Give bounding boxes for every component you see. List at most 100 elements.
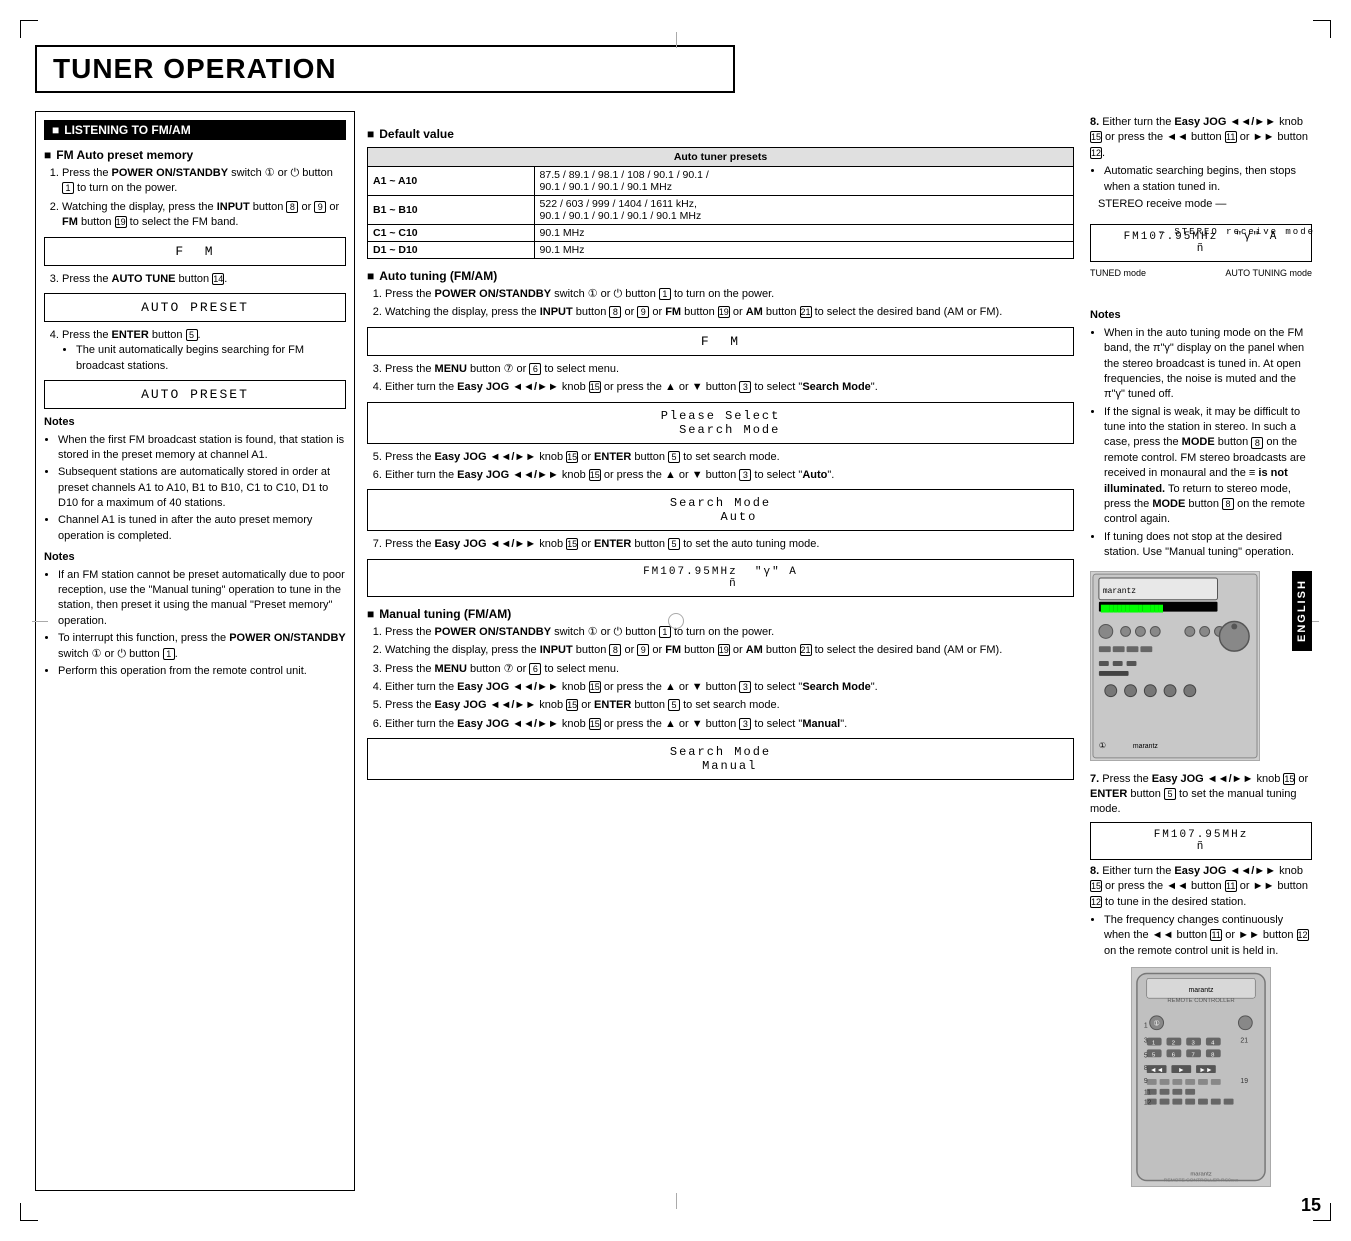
preset-table: Auto tuner presets A1 ~ A10 87.5 / 89.1 … bbox=[367, 147, 1074, 259]
svg-text:11: 11 bbox=[1144, 1090, 1151, 1097]
crosshair-bottom bbox=[676, 1193, 677, 1209]
note-5: To interrupt this function, press the PO… bbox=[58, 631, 346, 662]
value-d1d10: 90.1 MHz bbox=[534, 242, 1073, 259]
right-note-3: If tuning does not stop at the desired s… bbox=[1104, 530, 1312, 561]
page-number: 15 bbox=[1301, 1195, 1321, 1216]
table-row: C1 ~ C10 90.1 MHz bbox=[368, 225, 1074, 242]
step8-manual-note: The frequency changes continuously when … bbox=[1104, 913, 1312, 959]
step-2: Watching the display, press the INPUT bu… bbox=[62, 200, 346, 231]
svg-text:REMOTE CONTROLLER: REMOTE CONTROLLER bbox=[1167, 998, 1234, 1004]
svg-text:19: 19 bbox=[1240, 1078, 1248, 1085]
right-notes: Notes When in the auto tuning mode on th… bbox=[1090, 308, 1312, 560]
svg-text:2: 2 bbox=[1172, 1041, 1175, 1047]
device-front-panel: marantz ███████████████ bbox=[1090, 571, 1260, 761]
svg-text:8: 8 bbox=[1144, 1065, 1148, 1072]
remote-control-area: marantz REMOTE CONTROLLER ① 1 2 3 bbox=[1090, 967, 1312, 1187]
english-tab: ENGLISH bbox=[1292, 571, 1312, 651]
manual-step-2: Watching the display, press the INPUT bu… bbox=[385, 643, 1074, 658]
manual-step-5: Press the Easy JOG ◄◄/►► knob 15 or ENTE… bbox=[385, 698, 1074, 713]
auto-tuning-steps-2: Press the MENU button ⑦ or 6 to select m… bbox=[367, 362, 1074, 396]
svg-text:5: 5 bbox=[1144, 1052, 1148, 1059]
tuned-mode-label: TUNED mode bbox=[1090, 268, 1146, 278]
display-auto-preset-1: AUTO PRESET bbox=[44, 293, 346, 322]
note-1: When the first FM broadcast station is f… bbox=[58, 433, 346, 464]
svg-text:marantz: marantz bbox=[1190, 1172, 1211, 1178]
svg-text:1: 1 bbox=[1144, 1023, 1148, 1030]
manual-step-1: Press the POWER ON/STANDBY switch ① or ⏻… bbox=[385, 625, 1074, 640]
display-auto: Search Mode Auto bbox=[367, 489, 1074, 531]
display-fm-1: F M bbox=[44, 237, 346, 266]
listening-header: LISTENING TO FM/AM bbox=[44, 120, 346, 140]
right-note-2: If the signal is weak, it may be difficu… bbox=[1104, 405, 1312, 528]
table-header: Auto tuner presets bbox=[368, 148, 1074, 167]
note-4: If an FM station cannot be preset automa… bbox=[58, 568, 346, 630]
svg-text:12: 12 bbox=[1144, 1100, 1152, 1107]
auto-step-5: Press the Easy JOG ◄◄/►► knob 15 or ENTE… bbox=[385, 450, 1074, 465]
mid-column: Default value Auto tuner presets A1 ~ A1… bbox=[363, 111, 1078, 1191]
svg-text:7: 7 bbox=[1191, 1052, 1194, 1058]
display-fm-auto: F M bbox=[367, 327, 1074, 356]
right-step7-manual: 7. Press the Easy JOG ◄◄/►► knob 15 or E… bbox=[1090, 772, 1312, 818]
right-device-area: marantz ███████████████ bbox=[1090, 571, 1312, 764]
step-3: Press the AUTO TUNE button 14. bbox=[62, 272, 346, 287]
svg-text:►: ► bbox=[1178, 1067, 1185, 1074]
auto-step-4: Either turn the Easy JOG ◄◄/►► knob 15 o… bbox=[385, 380, 1074, 395]
manual-step-4: Either turn the Easy JOG ◄◄/►► knob 15 o… bbox=[385, 680, 1074, 695]
display-search-mode-manual: Search Mode Manual bbox=[367, 738, 1074, 780]
value-a1a10: 87.5 / 89.1 / 98.1 / 108 / 90.1 / 90.1 /… bbox=[534, 167, 1073, 196]
svg-text:21: 21 bbox=[1240, 1038, 1248, 1045]
auto-tuning-mode-label: AUTO TUNING mode bbox=[1225, 268, 1312, 278]
step-4: Press the ENTER button 5. The unit autom… bbox=[62, 328, 346, 374]
svg-text:►►: ►► bbox=[1199, 1067, 1213, 1074]
note-6: Perform this operation from the remote c… bbox=[58, 664, 346, 679]
notes-1: Notes When the first FM broadcast statio… bbox=[44, 415, 346, 544]
remote-control-svg: marantz REMOTE CONTROLLER ① 1 2 3 bbox=[1131, 967, 1271, 1187]
right-column: 8. Either turn the Easy JOG ◄◄/►► knob 1… bbox=[1086, 111, 1316, 1191]
display-auto-preset-2: AUTO PRESET bbox=[44, 380, 346, 409]
main-layout: LISTENING TO FM/AM FM Auto preset memory… bbox=[35, 111, 1316, 1191]
fm-auto-preset-steps-3: Press the ENTER button 5. The unit autom… bbox=[44, 328, 346, 374]
notes-2: Notes If an FM station cannot be preset … bbox=[44, 550, 346, 679]
crosshair-top bbox=[676, 32, 677, 48]
auto-step-1: Press the POWER ON/STANDBY switch ① or ⏻… bbox=[385, 287, 1074, 302]
table-row: A1 ~ A10 87.5 / 89.1 / 98.1 / 108 / 90.1… bbox=[368, 167, 1074, 196]
right-step8-manual: 8. Either turn the Easy JOG ◄◄/►► knob 1… bbox=[1090, 864, 1312, 959]
svg-text:REMOTE CONTROLLER RC0xxx: REMOTE CONTROLLER RC0xxx bbox=[1164, 1178, 1239, 1184]
table-row: B1 ~ B10 522 / 603 / 999 / 1404 / 1611 k… bbox=[368, 196, 1074, 225]
right-note-1: When in the auto tuning mode on the FM b… bbox=[1104, 326, 1312, 403]
left-column: LISTENING TO FM/AM FM Auto preset memory… bbox=[35, 111, 355, 1191]
crosshair-center bbox=[668, 613, 684, 629]
auto-step-7: Press the Easy JOG ◄◄/►► knob 15 or ENTE… bbox=[385, 537, 1074, 552]
lcd-manual-freq-display: FM107.95MHzñ bbox=[1090, 822, 1312, 860]
auto-tuning-header: Auto tuning (FM/AM) bbox=[367, 269, 1074, 283]
auto-tuning-steps-4: Press the Easy JOG ◄◄/►► knob 15 or ENTE… bbox=[367, 537, 1074, 552]
auto-step-2: Watching the display, press the INPUT bu… bbox=[385, 305, 1074, 320]
svg-text:①: ① bbox=[1154, 1020, 1160, 1028]
lcd-display-diagram: FM107.95MHz "γ" Añ ← STEREO receive mode… bbox=[1090, 218, 1312, 278]
manual-step-6: Either turn the Easy JOG ◄◄/►► knob 15 o… bbox=[385, 717, 1074, 732]
auto-step-6: Either turn the Easy JOG ◄◄/►► knob 15 o… bbox=[385, 468, 1074, 483]
manual-tuning-header: Manual tuning (FM/AM) bbox=[367, 607, 1074, 621]
page-title-box: TUNER OPERATION bbox=[35, 45, 735, 93]
svg-text:███████████████: ███████████████ bbox=[1101, 604, 1164, 613]
page-container: TUNER OPERATION LISTENING TO FM/AM FM Au… bbox=[20, 20, 1331, 1221]
note-3: Channel A1 is tuned in after the auto pr… bbox=[58, 513, 346, 544]
range-d1d10: D1 ~ D10 bbox=[368, 242, 535, 259]
svg-text:marantz: marantz bbox=[1133, 743, 1158, 750]
svg-text:1: 1 bbox=[1152, 1041, 1155, 1047]
manual-tuning-steps: Press the POWER ON/STANDBY switch ① or ⏻… bbox=[367, 625, 1074, 732]
default-value-header: Default value bbox=[367, 127, 1074, 141]
fm-auto-preset-steps: Press the POWER ON/STANDBY switch ① or ⏻… bbox=[44, 166, 346, 231]
step-1: Press the POWER ON/STANDBY switch ① or ⏻… bbox=[62, 166, 346, 197]
lcd-freq-display: FM107.95MHz "γ" Añ ← STEREO receive mode bbox=[1090, 224, 1312, 262]
note-2: Subsequent stations are automatically st… bbox=[58, 465, 346, 511]
value-b1b10: 522 / 603 / 999 / 1404 / 1611 kHz,90.1 /… bbox=[534, 196, 1073, 225]
table-row: D1 ~ D10 90.1 MHz bbox=[368, 242, 1074, 259]
auto-step-3: Press the MENU button ⑦ or 6 to select m… bbox=[385, 362, 1074, 377]
display-freq-auto: FM107.95MHz "γ" A ñ bbox=[367, 559, 1074, 597]
range-a1a10: A1 ~ A10 bbox=[368, 167, 535, 196]
svg-text:①: ① bbox=[1099, 741, 1106, 750]
range-b1b10: B1 ~ B10 bbox=[368, 196, 535, 225]
display-search-mode: Please Select Search Mode bbox=[367, 402, 1074, 444]
svg-text:3: 3 bbox=[1144, 1038, 1148, 1045]
